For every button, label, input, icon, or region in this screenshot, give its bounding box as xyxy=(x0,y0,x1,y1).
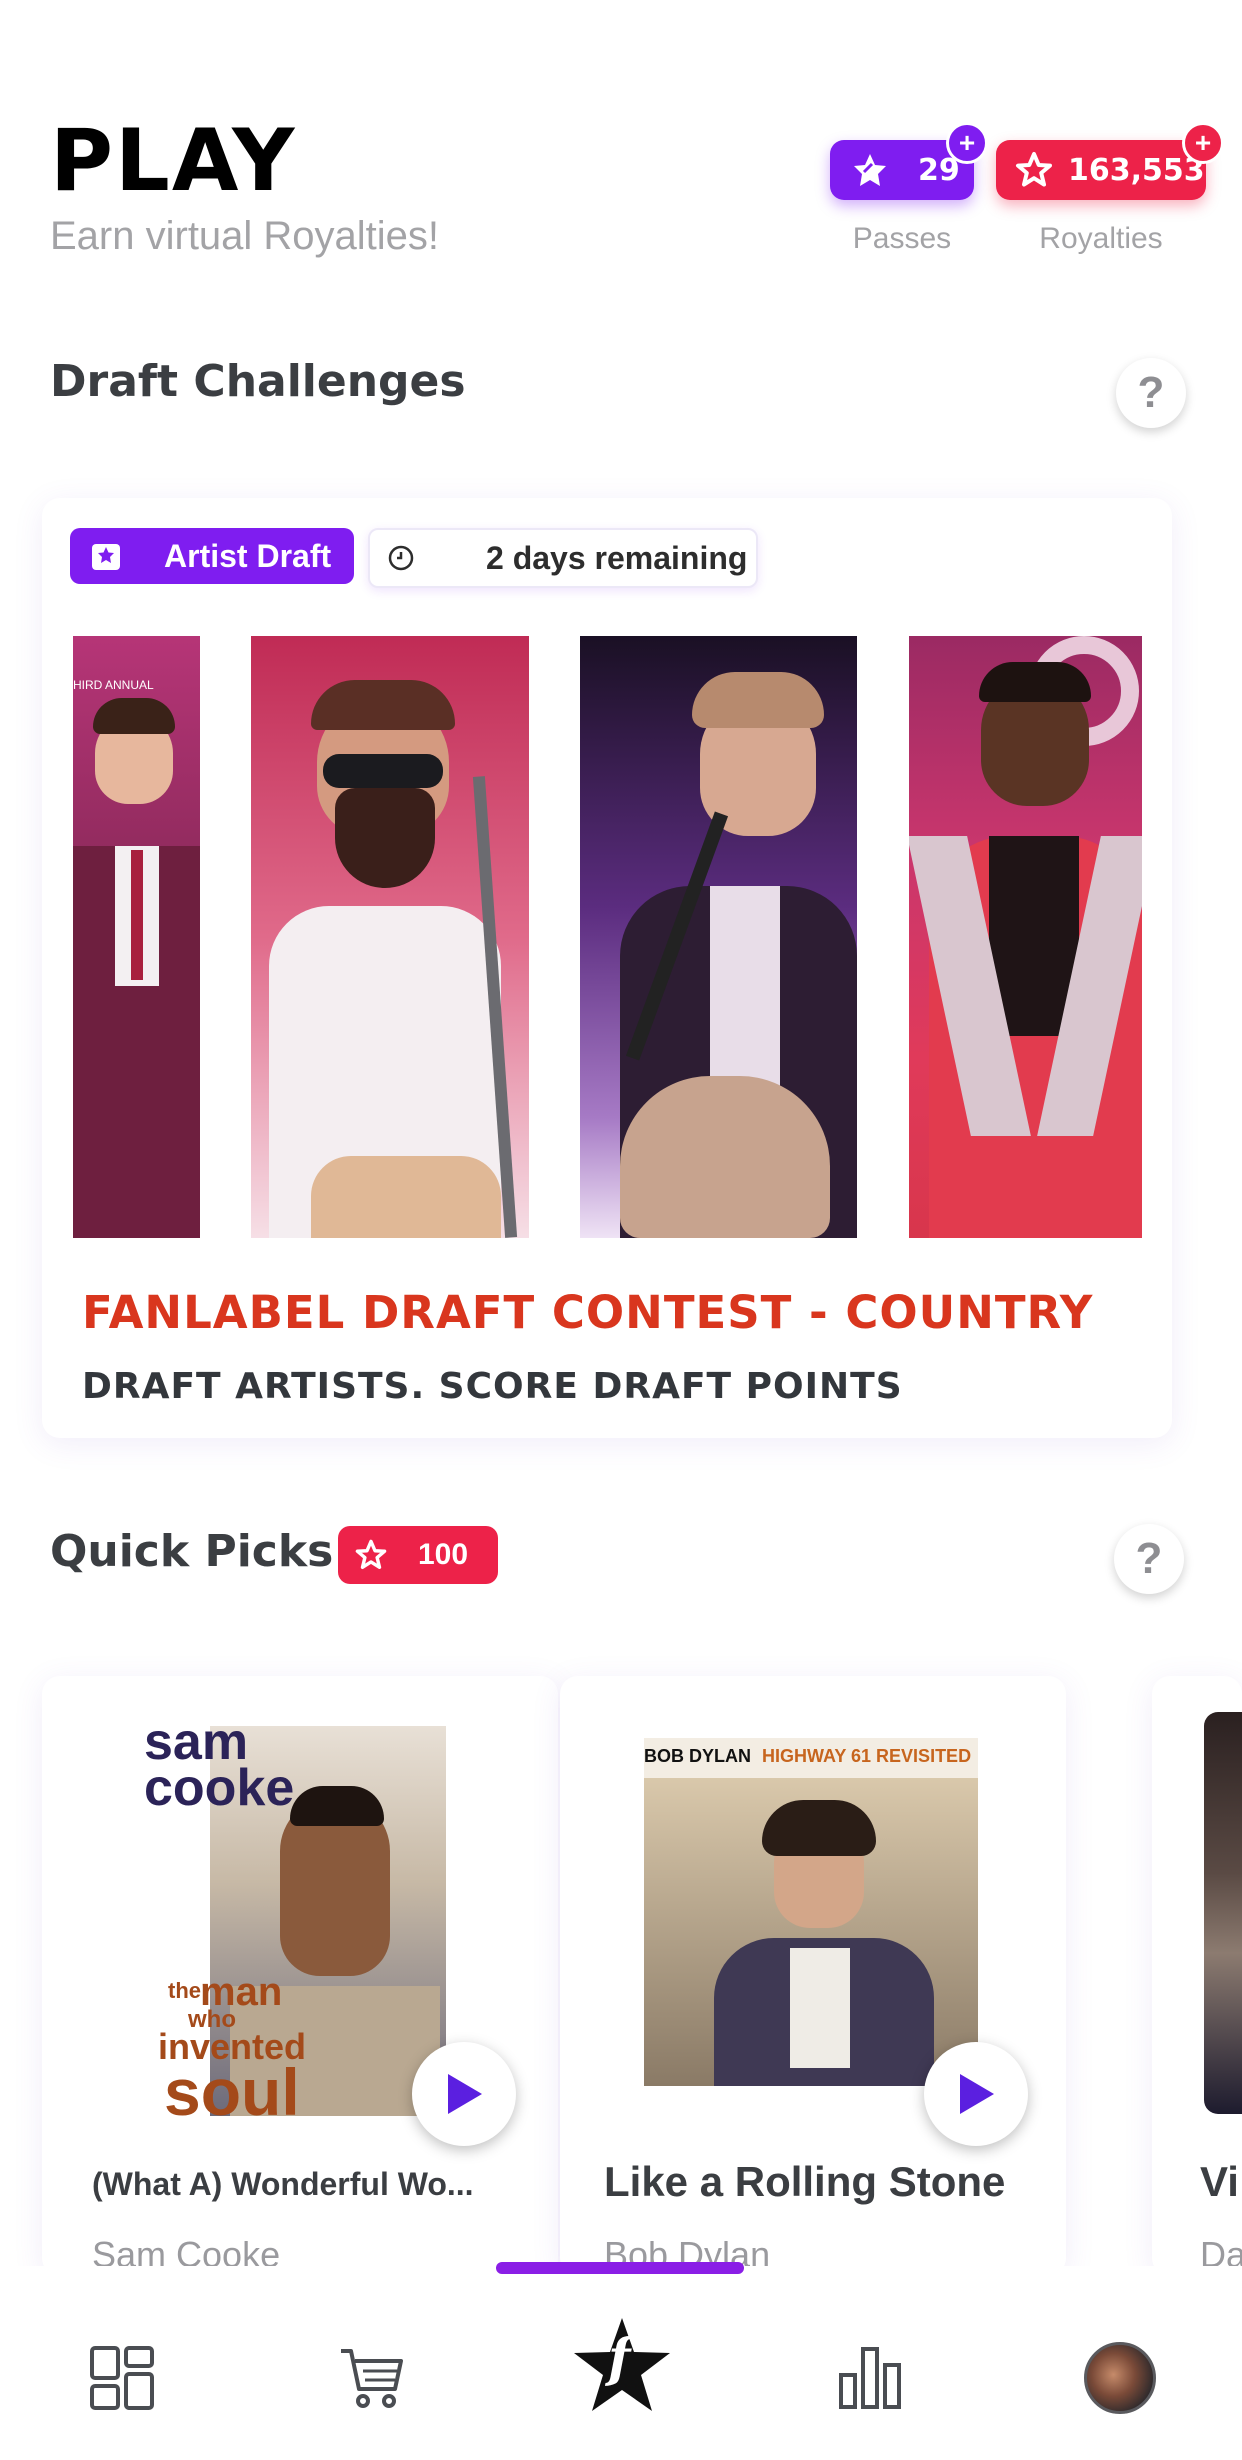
dashboard-icon xyxy=(90,2346,154,2410)
cart-icon xyxy=(341,2349,403,2408)
nav-play[interactable]: f xyxy=(570,2308,674,2424)
draft-help-button[interactable]: ? xyxy=(1116,358,1186,428)
nav-shop[interactable] xyxy=(322,2328,422,2428)
royalties-label: Royalties xyxy=(1039,222,1163,255)
artist-photo-caption: HIRD ANNUAL xyxy=(73,678,154,692)
question-icon: ? xyxy=(1137,368,1165,417)
album-cover-sam-cooke: sam cooke the man who invented soul xyxy=(140,1716,460,2129)
quick-picks-badge-value: 100 xyxy=(418,1538,469,1571)
cover-text: cooke xyxy=(144,1759,295,1817)
cover-album: HIGHWAY 61 REVISITED xyxy=(762,1746,972,1766)
question-icon: ? xyxy=(1135,1534,1163,1583)
draft-icon xyxy=(88,538,124,574)
cover-text: soul xyxy=(164,2055,300,2129)
song-title: Like a Rolling Stone xyxy=(604,2158,1006,2205)
play-button[interactable] xyxy=(924,2042,1028,2146)
contest-title: FANLABEL DRAFT CONTEST - COUNTRY xyxy=(82,1286,1094,1339)
nav-stats[interactable] xyxy=(820,2328,920,2428)
quick-picks-royalties-badge: 100 xyxy=(338,1526,498,1584)
passes-label: Passes xyxy=(852,222,952,255)
royalties-button[interactable]: 163,553 xyxy=(996,140,1206,200)
add-royalties-button[interactable]: + xyxy=(1182,122,1224,164)
profile-avatar xyxy=(1084,2342,1156,2414)
royalties-count: 163,553 xyxy=(1068,152,1205,188)
clock-icon xyxy=(386,543,416,573)
active-tab-indicator xyxy=(496,2262,744,2274)
play-icon xyxy=(448,2074,482,2114)
contest-subtitle: DRAFT ARTISTS. SCORE DRAFT POINTS xyxy=(82,1366,903,1407)
artist-photo-2 xyxy=(251,636,529,1238)
bar-chart-icon xyxy=(839,2347,901,2409)
star-icon xyxy=(1014,150,1054,190)
star-icon xyxy=(354,1538,388,1572)
time-remaining-label: 2 days remaining xyxy=(486,539,748,576)
artist-photo-4 xyxy=(909,636,1142,1238)
cover-text: the xyxy=(168,1978,201,2003)
artist-photo-3 xyxy=(580,636,857,1238)
page-title: PLAY xyxy=(50,111,297,211)
quick-picks-help-button[interactable]: ? xyxy=(1114,1524,1184,1594)
song-title: (What A) Wonderful Wo... xyxy=(92,2166,474,2202)
artist-photo-1: HIRD ANNUAL xyxy=(73,636,200,1238)
play-button[interactable] xyxy=(412,2042,516,2146)
nav-profile[interactable] xyxy=(1070,2328,1170,2428)
time-remaining-tag: 2 days remaining xyxy=(368,528,758,588)
fanlabel-letter: f xyxy=(608,2328,631,2389)
album-cover-partial xyxy=(1204,1712,1242,2114)
song-title: Vi xyxy=(1200,2158,1239,2205)
artist-draft-tag: Artist Draft xyxy=(70,528,354,584)
draft-challenges-title: Draft Challenges xyxy=(50,356,466,407)
nav-dashboard[interactable] xyxy=(72,2328,172,2428)
passes-icon xyxy=(850,150,890,190)
cover-artist: BOB DYLAN xyxy=(644,1746,751,1766)
artist-draft-label: Artist Draft xyxy=(164,537,332,574)
page-subtitle: Earn virtual Royalties! xyxy=(50,214,440,258)
quick-picks-title: Quick Picks xyxy=(50,1526,334,1577)
play-icon xyxy=(960,2074,994,2114)
album-cover-highway-61: BOB DYLAN HIGHWAY 61 REVISITED xyxy=(644,1738,978,2086)
add-passes-button[interactable]: + xyxy=(946,122,988,164)
